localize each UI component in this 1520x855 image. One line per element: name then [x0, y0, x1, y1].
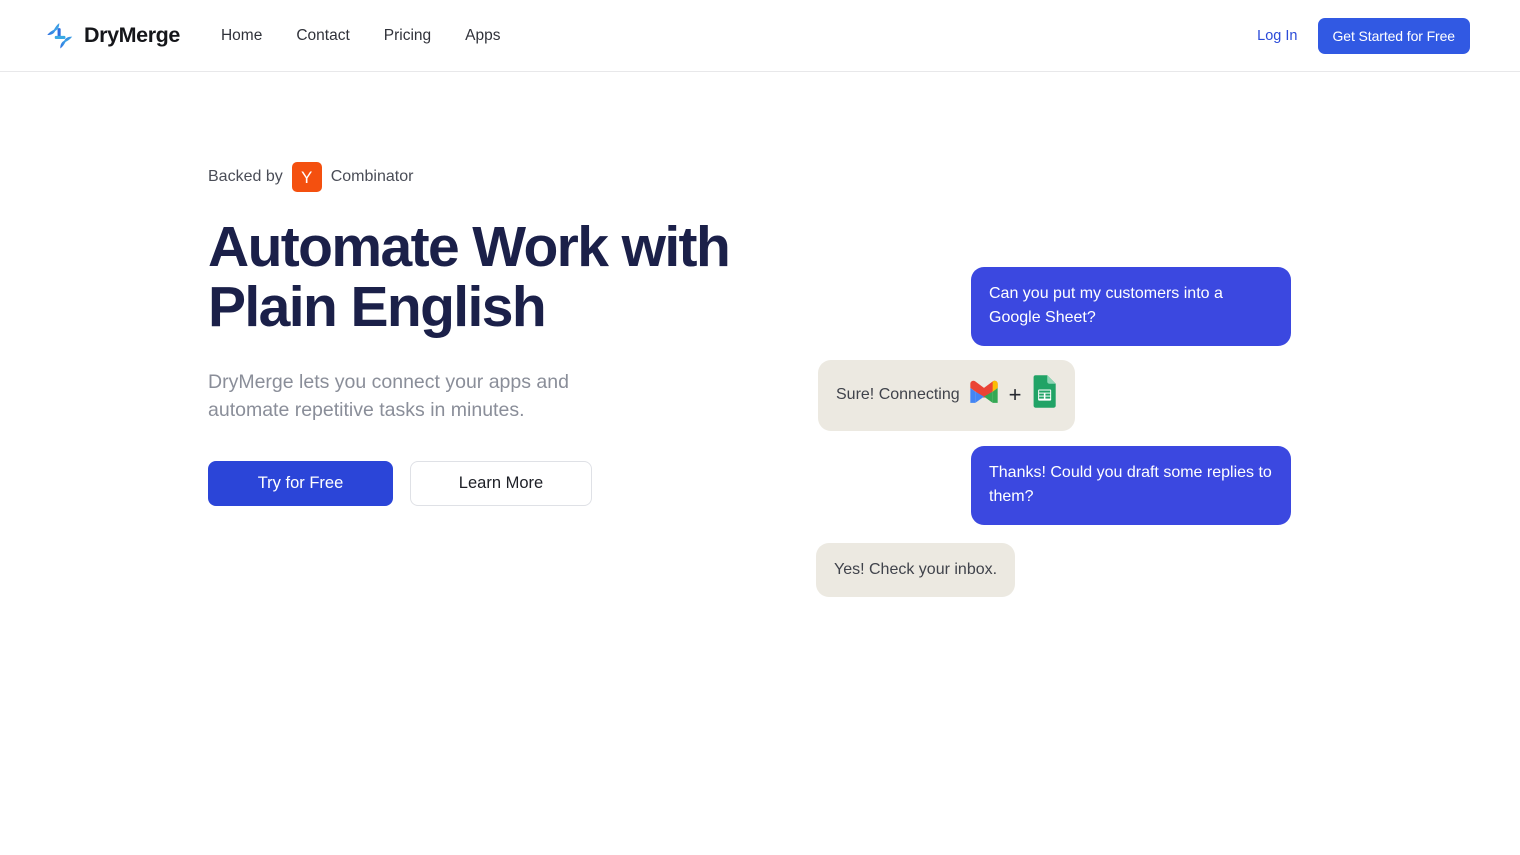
try-for-free-button[interactable]: Try for Free [208, 461, 393, 507]
learn-more-button[interactable]: Learn More [410, 461, 592, 507]
nav-link-apps[interactable]: Apps [448, 19, 517, 53]
brand-logo-link[interactable]: DryMerge [45, 21, 180, 51]
ycombinator-icon: Y [291, 162, 322, 192]
main-navigation: Home Contact Pricing Apps [204, 19, 518, 53]
hero-action-buttons: Try for Free Learn More [208, 461, 828, 507]
site-header: DryMerge Home Contact Pricing Apps Log I… [0, 0, 1520, 72]
backed-by-suffix: Combinator [330, 168, 414, 185]
page-title: Automate Work with Plain English [208, 215, 731, 339]
nav-link-pricing[interactable]: Pricing [367, 19, 448, 53]
chat-row-2: Sure! Connecting + [816, 359, 1291, 431]
header-actions: Log In Get Started for Free [1257, 17, 1470, 54]
backed-by-prefix: Backed by [208, 168, 283, 185]
google-sheets-icon [1031, 374, 1057, 416]
login-link[interactable]: Log In [1257, 28, 1297, 44]
gmail-icon [968, 379, 1000, 412]
chat-row-1: Can you put my customers into a Google S… [816, 267, 1291, 346]
chat-row-3: Thanks! Could you draft some replies to … [816, 445, 1291, 525]
hero-subtitle: DryMerge lets you connect your apps and … [208, 370, 569, 421]
drymerge-pinwheel-logo-icon [45, 21, 75, 51]
chat-bubble-agent-1-text: Sure! Connecting [836, 386, 960, 404]
chat-bubble-user-2: Thanks! Could you draft some replies to … [971, 445, 1291, 525]
nav-link-home[interactable]: Home [204, 19, 279, 53]
hero-section: Backed by Y Combinator Automate Work wit… [0, 72, 1520, 786]
chat-row-4: Yes! Check your inbox. [816, 542, 1291, 597]
hero-content: Backed by Y Combinator Automate Work wit… [208, 162, 828, 507]
chat-bubble-user-1: Can you put my customers into a Google S… [971, 267, 1291, 346]
plus-sign-icon: + [1008, 382, 1022, 408]
chat-bubble-agent-2: Yes! Check your inbox. [816, 542, 1016, 597]
backed-by-badge: Backed by Y Combinator [208, 162, 828, 192]
nav-link-contact[interactable]: Contact [279, 19, 366, 53]
chat-bubble-agent-1: Sure! Connecting + [818, 359, 1075, 431]
chat-demo: Can you put my customers into a Google S… [816, 267, 1291, 597]
brand-name: DryMerge [84, 23, 180, 47]
get-started-button[interactable]: Get Started for Free [1317, 17, 1470, 54]
